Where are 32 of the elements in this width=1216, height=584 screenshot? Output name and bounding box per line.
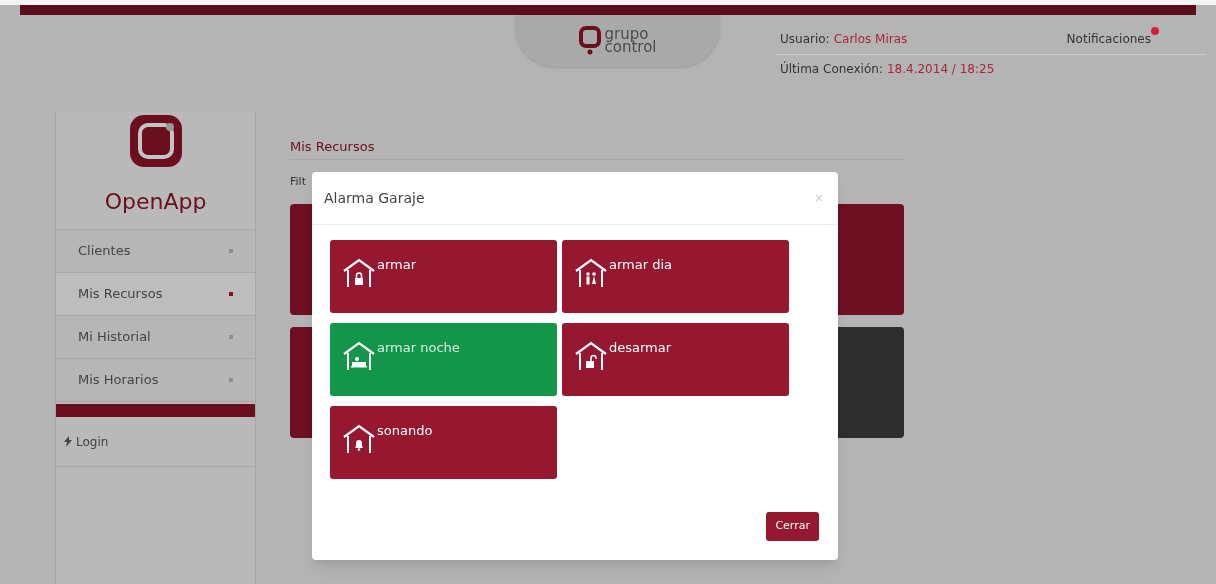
- page-title: Mis Recursos: [290, 137, 904, 160]
- brand-name: OpenApp: [104, 188, 207, 216]
- alarm-action-button[interactable]: armar: [330, 240, 557, 313]
- notification-badge: [1151, 27, 1159, 35]
- bullet-icon: [229, 292, 233, 296]
- house-bell-icon: [342, 424, 376, 454]
- bullet-icon: [229, 249, 233, 253]
- bullet-icon: [229, 335, 233, 339]
- last-connection-value: 18.4.2014 / 18:25: [886, 61, 995, 78]
- house-lock-icon: [342, 258, 376, 288]
- logo-text: grupo: [604, 28, 649, 41]
- alarm-action-button[interactable]: armar noche: [330, 323, 557, 396]
- sidebar-item[interactable]: Mis Recursos: [56, 273, 255, 316]
- filter-label: Filt: [290, 173, 307, 190]
- alarm-action-button[interactable]: sonando: [330, 406, 557, 479]
- alarm-action-button[interactable]: desarmar: [562, 323, 789, 396]
- notifications-link[interactable]: Notificaciones: [1066, 30, 1151, 48]
- modal-title: Alarma Garaje: [324, 188, 425, 208]
- logo-text: control: [604, 41, 657, 54]
- app-logo-icon: [129, 115, 182, 167]
- user-label: Usuario:: [780, 31, 830, 48]
- house-bed-icon: [342, 341, 376, 371]
- login-link[interactable]: Login: [56, 417, 255, 467]
- bullet-icon: [229, 378, 233, 382]
- logo-icon: [578, 26, 601, 56]
- alarm-action-button[interactable]: armar dia: [562, 240, 789, 313]
- bolt-icon: [64, 436, 72, 447]
- house-unlock-icon: [574, 341, 608, 371]
- house-people-icon: [574, 258, 608, 288]
- user-name[interactable]: Carlos Miras: [833, 30, 908, 48]
- cerrar-button[interactable]: Cerrar: [766, 512, 819, 541]
- last-connection-label: Última Conexión:: [780, 60, 883, 78]
